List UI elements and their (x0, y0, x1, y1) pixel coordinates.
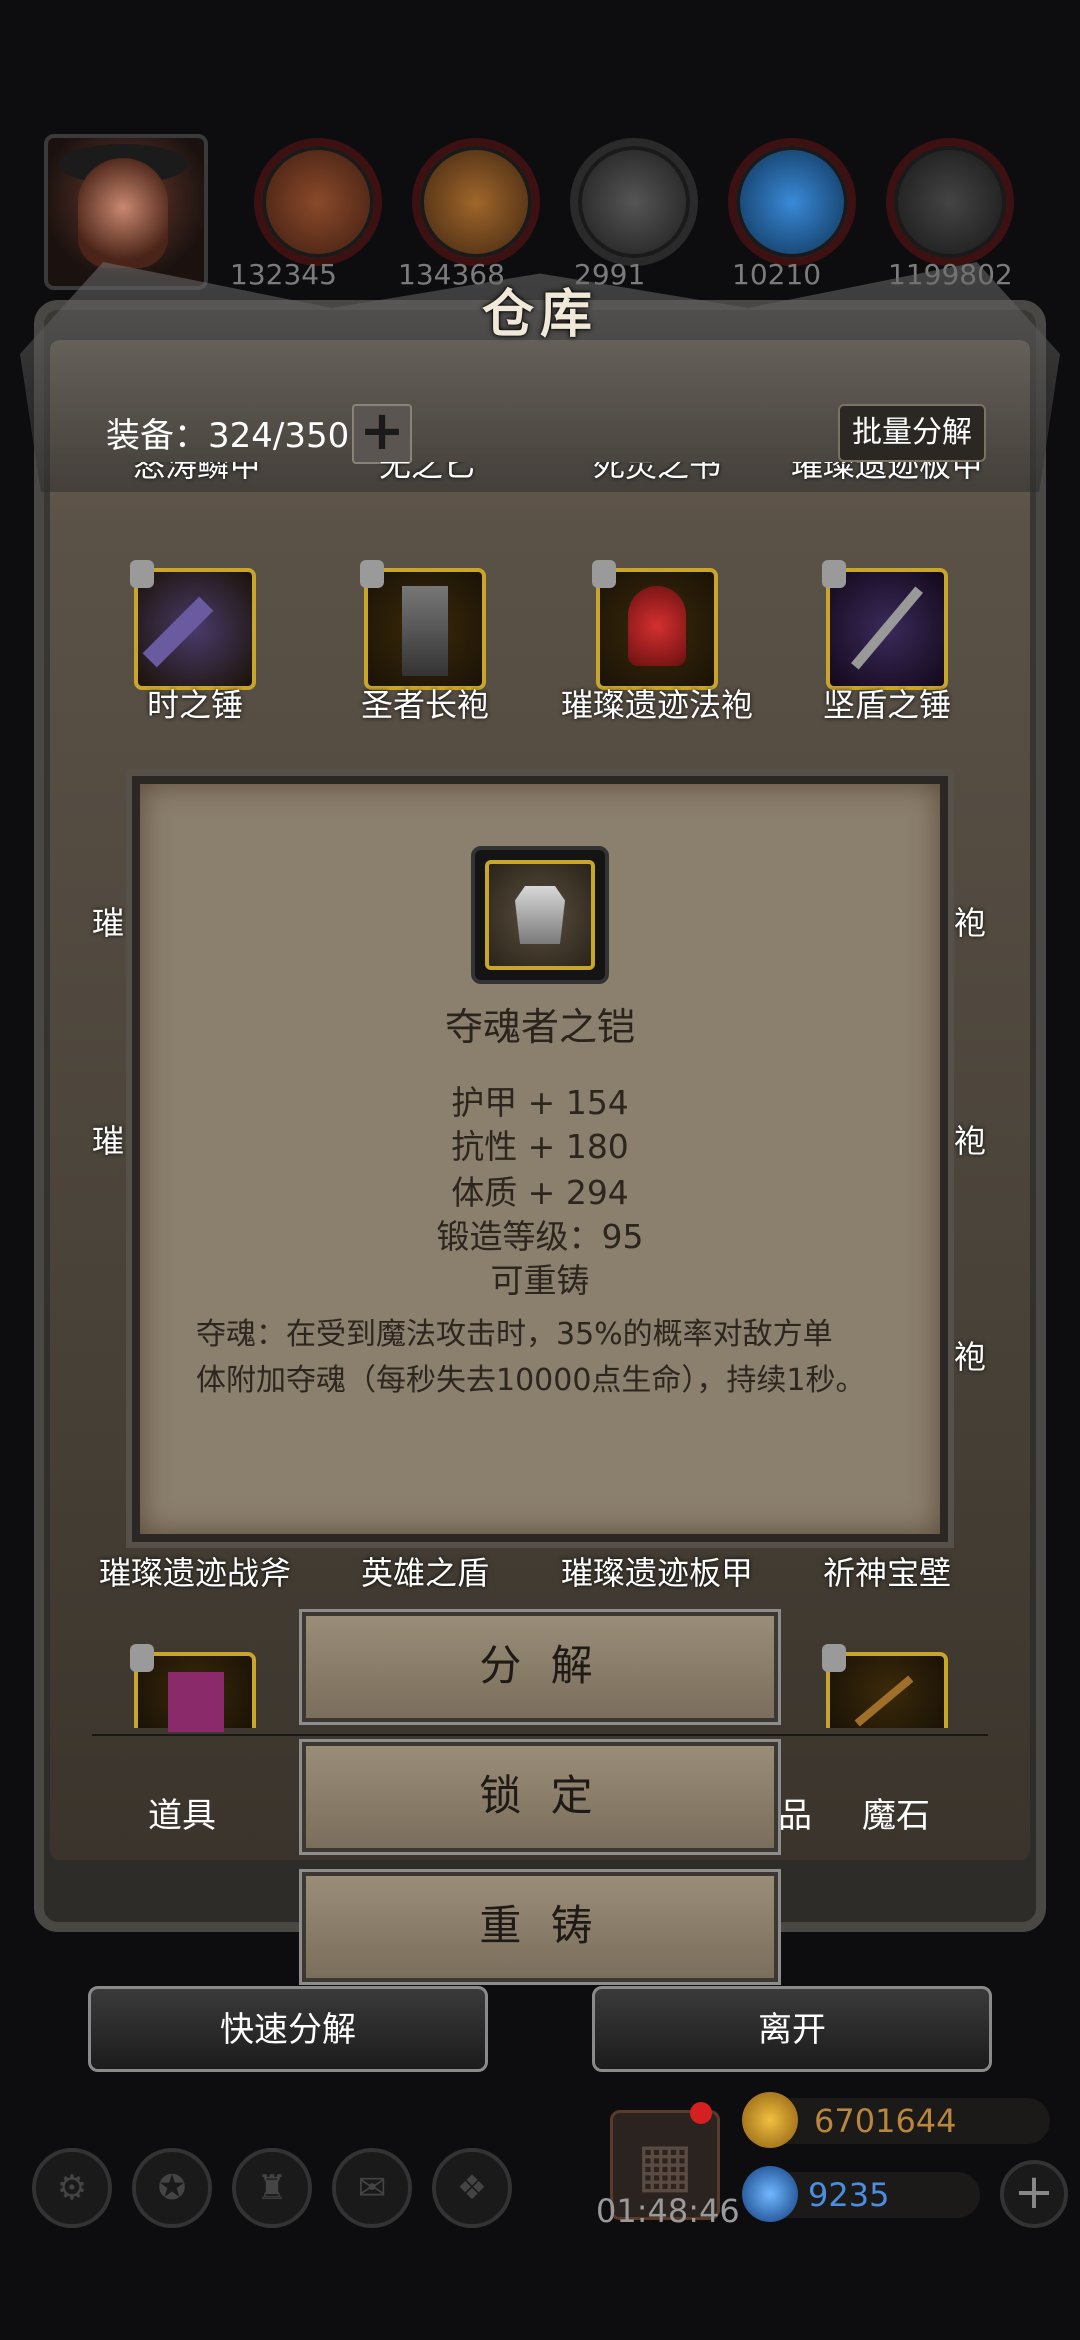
armor-slot (485, 860, 595, 970)
item-label: 祈神宝壁 (822, 1554, 951, 1592)
item-label: 坚盾之锤 (822, 686, 951, 724)
item-label: 璀璨遗迹法袍 (560, 686, 753, 724)
compass-icon[interactable]: ✪ (132, 2148, 212, 2228)
item-slot-partial[interactable] (822, 1644, 948, 1728)
lock-button[interactable]: 锁 定 (302, 1742, 778, 1852)
equip-count: 装备：324/350 (106, 416, 350, 456)
tab-items[interactable]: 道具 (148, 1788, 216, 1837)
resource-wood-icon[interactable] (412, 138, 540, 266)
gift-timer: 01:48:46 (596, 2192, 740, 2230)
batch-decompose-button[interactable]: 批量分解 (838, 404, 986, 462)
avatar-portrait (78, 158, 168, 268)
resource-value: 10210 (732, 258, 822, 291)
tab-magic-stones[interactable]: 魔石 (862, 1788, 930, 1837)
item-slot-shield-hammer[interactable] (822, 560, 948, 690)
item-slot-partial[interactable] (130, 1644, 256, 1732)
notification-dot (690, 2102, 712, 2124)
resource-leather-icon[interactable] (254, 138, 382, 266)
reforge-button[interactable]: 重 铸 (302, 1872, 778, 1982)
stat-reforgeable: 可重铸 (490, 1261, 590, 1300)
resource-iron-icon[interactable] (886, 138, 1014, 266)
item-label: 无之匕 (378, 462, 475, 484)
resource-value: 132345 (230, 258, 337, 291)
mail-icon[interactable]: ✉ (332, 2148, 412, 2228)
item-description: 夺魂：在受到魔法攻击时，35%的概率对敌方单 体附加夺魂（每秒失去10000点生… (196, 1312, 896, 1404)
item-label: 英雄之盾 (360, 1554, 489, 1592)
gem-amount: 9235 (808, 2176, 890, 2214)
leave-button[interactable]: 离开 (592, 1986, 992, 2072)
settings-icon[interactable]: ⚙ (32, 2148, 112, 2228)
robe-icon (402, 586, 448, 676)
panel-title: 仓库 (481, 285, 598, 345)
tab-divider (92, 1734, 988, 1736)
lock-icon (130, 560, 154, 588)
item-slot-radiant-robe[interactable] (592, 560, 718, 690)
item-slot-time-hammer[interactable] (130, 560, 256, 690)
item-tooltip-icon-frame (471, 846, 609, 984)
item-label-partial: 璀 (92, 1122, 125, 1160)
resource-ore-icon[interactable] (570, 138, 698, 266)
item-label: 璀璨遗迹板甲 (560, 1554, 753, 1592)
description-line: 体附加夺魂（每秒失去10000点生命），持续1秒。 (196, 1363, 866, 1398)
gem-icon (742, 2166, 798, 2222)
lock-icon (822, 560, 846, 588)
cloak-icon (168, 1672, 224, 1732)
stat-forge-level: 锻造等级：95 (436, 1217, 644, 1256)
hammer-icon (142, 596, 214, 668)
spear-icon (854, 1675, 914, 1727)
tab-partial[interactable]: 品 (778, 1788, 812, 1837)
item-name: 夺魂者之铠 (444, 1005, 635, 1049)
item-label: 璀璨遗迹板甲 (790, 462, 983, 484)
item-label: 死灵之书 (592, 462, 721, 484)
armor-icon (515, 886, 565, 944)
item-label: 怒涛鳞甲 (132, 462, 261, 484)
stat-resistance: 抗性 + 180 (451, 1127, 629, 1166)
item-label: 时之锤 (146, 686, 243, 724)
item-label-partial: 璀 (92, 904, 125, 942)
guild-icon[interactable]: ♜ (232, 2148, 312, 2228)
item-slot-saint-robe[interactable] (360, 560, 486, 690)
gold-amount: 6701644 (814, 2102, 957, 2140)
chest-icon[interactable]: ❖ (432, 2148, 512, 2228)
item-label-partial: 袍 (954, 904, 987, 942)
item-label: 璀璨遗迹战斧 (98, 1554, 291, 1592)
resource-crystal-icon[interactable] (728, 138, 856, 266)
item-label-partial: 袍 (954, 1338, 987, 1376)
lock-icon (130, 1644, 154, 1672)
description-line: 夺魂：在受到魔法攻击时，35%的概率对敌方单 (196, 1317, 833, 1352)
stat-constitution: 体质 + 294 (451, 1173, 629, 1212)
decompose-button[interactable]: 分 解 (302, 1612, 778, 1722)
expand-slots-button[interactable]: + (352, 404, 412, 464)
red-robe-icon (628, 586, 686, 666)
gold-coin-icon (742, 2092, 798, 2148)
lock-icon (592, 560, 616, 588)
lock-icon (822, 1644, 846, 1672)
stat-armor: 护甲 + 154 (451, 1083, 629, 1122)
lock-icon (360, 560, 384, 588)
item-label: 圣者长袍 (360, 686, 489, 724)
add-gems-button[interactable]: + (1000, 2160, 1068, 2228)
mace-icon (851, 586, 923, 670)
quick-decompose-button[interactable]: 快速分解 (88, 1986, 488, 2072)
item-label-partial: 袍 (954, 1122, 987, 1160)
